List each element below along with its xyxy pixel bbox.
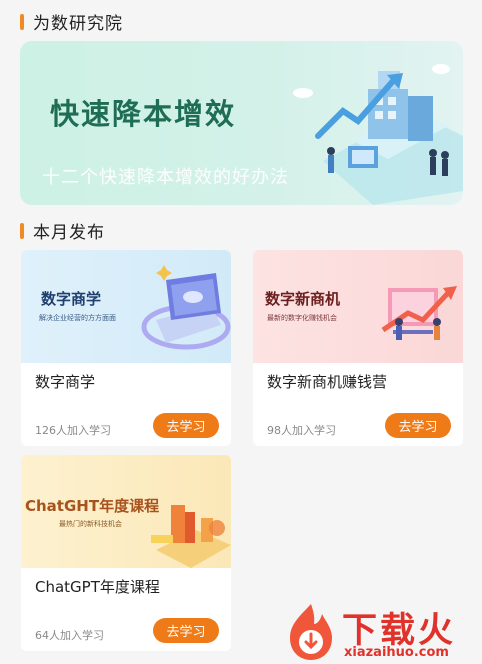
- section-title: 本月发布: [33, 223, 105, 243]
- enrolled-count: 126人加入学习: [35, 424, 111, 437]
- growth-chart-icon: [381, 286, 457, 340]
- course-card-digital-business[interactable]: 数字商学 解决企业经营的方方面面 数字商学 126人加入学习 去学习: [21, 250, 231, 446]
- course-thumbnail: ChatGHT年度课程 最热门的新科技机会: [21, 455, 231, 568]
- thumbnail-title: 数字新商机: [265, 290, 341, 308]
- city-icon: [151, 505, 231, 568]
- thumbnail-title: ChatGHT年度课程: [25, 497, 160, 515]
- flame-download-icon: [290, 604, 332, 660]
- section-header-institute: 为数研究院: [20, 9, 123, 34]
- business-illustration: [293, 64, 463, 205]
- enrolled-count: 98人加入学习: [267, 424, 336, 437]
- section-title: 为数研究院: [33, 14, 123, 34]
- course-card-digital-opportunity[interactable]: 数字新商机 最新的数字化赚钱机会 数字新商机赚钱营 98人加入学习 去学习: [253, 250, 463, 446]
- watermark-url: xiazaihuo.com: [344, 645, 449, 660]
- enrolled-count: 64人加入学习: [35, 629, 104, 642]
- banner-headline: 快速降本增效: [50, 97, 237, 131]
- course-title: 数字商学: [35, 373, 96, 391]
- course-title: ChatGPT年度课程: [35, 578, 160, 596]
- promo-banner[interactable]: 快速降本增效 十二个快速降本增效的好办法: [20, 41, 463, 205]
- banner-subtitle: 十二个快速降本增效的好办法: [42, 167, 289, 188]
- watermark-logo: 下载火 xiazaihuo.com: [282, 600, 482, 664]
- laptop-cloud-icon: [141, 265, 231, 350]
- section-accent-bar: [20, 13, 24, 30]
- thumbnail-subtitle: 解决企业经营的方方面面: [39, 314, 116, 322]
- course-thumbnail: 数字新商机 最新的数字化赚钱机会: [253, 250, 463, 363]
- thumbnail-title: 数字商学: [41, 290, 102, 308]
- course-thumbnail: 数字商学 解决企业经营的方方面面: [21, 250, 231, 363]
- start-learning-button[interactable]: 去学习: [153, 413, 219, 438]
- course-card-chatgpt[interactable]: ChatGHT年度课程 最热门的新科技机会 ChatGPT年度课程 64人加入学…: [21, 455, 231, 651]
- start-learning-button[interactable]: 去学习: [153, 618, 219, 643]
- thumbnail-subtitle: 最新的数字化赚钱机会: [267, 314, 337, 322]
- thumbnail-subtitle: 最热门的新科技机会: [59, 520, 122, 528]
- section-accent-bar: [20, 222, 24, 239]
- section-header-monthly: 本月发布: [20, 218, 105, 243]
- course-title: 数字新商机赚钱营: [267, 373, 388, 391]
- start-learning-button[interactable]: 去学习: [385, 413, 451, 438]
